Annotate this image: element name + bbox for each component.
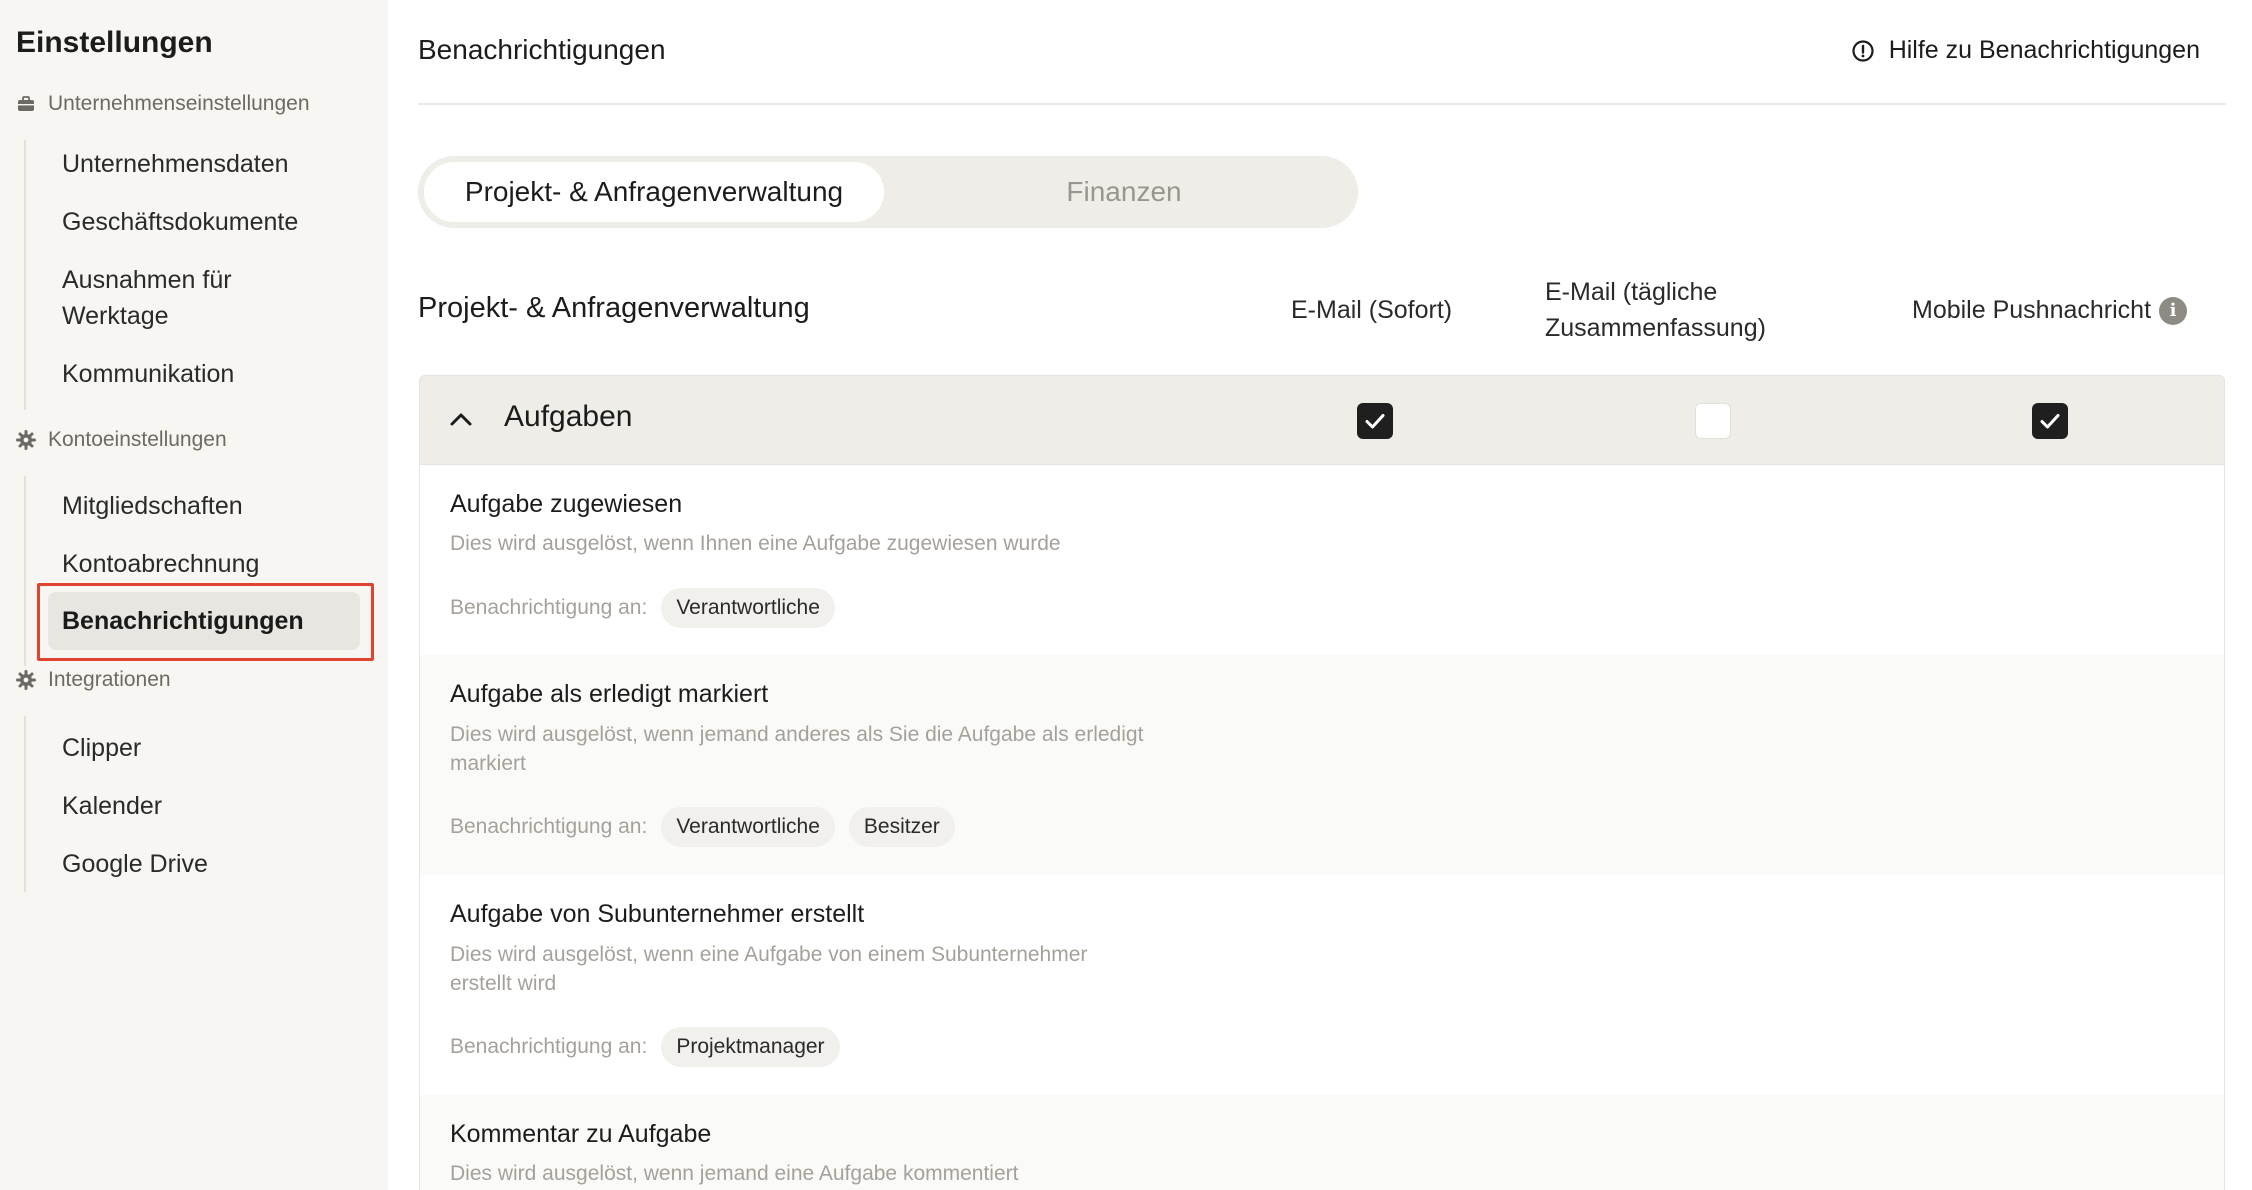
recipient-chip: Besitzer (848, 807, 955, 847)
section-integrations: Integrationen (16, 664, 171, 696)
list-item: Aufgabe von Subunternehmer erstellt Dies… (420, 875, 2224, 1095)
section-label: Integrationen (48, 668, 171, 691)
section-label: Kontoeinstellungen (48, 428, 227, 451)
column-header-line: E-Mail (tägliche (1545, 278, 1718, 306)
row-description-line: Dies wird ausgelöst, wenn jemand anderes… (450, 723, 1144, 746)
info-icon[interactable]: i (2159, 297, 2188, 326)
recipients-label: Benachrichtigung an: (450, 1035, 648, 1058)
gear-icon (16, 670, 36, 690)
group-row-tasks: Aufgaben (419, 375, 2225, 465)
tab-finances[interactable]: Finanzen (1010, 156, 1238, 228)
sidebar-title: Einstellungen (16, 26, 213, 59)
check-icon (2040, 414, 2060, 429)
company-settings-group: Unternehmensdaten Geschäftsdokumente Aus… (24, 140, 364, 410)
selection-highlight (37, 583, 374, 661)
list-item: Kommentar zu Aufgabe Dies wird ausgelöst… (420, 1095, 2224, 1190)
row-title: Aufgabe zugewiesen (450, 490, 683, 518)
recipient-chip: Projektmanager (661, 1027, 840, 1067)
notification-list: Aufgabe zugewiesen Dies wird ausgelöst, … (419, 465, 2225, 1190)
briefcase-icon (18, 96, 34, 111)
checkbox-mobile-push[interactable] (2032, 403, 2068, 439)
row-title: Kommentar zu Aufgabe (450, 1120, 712, 1148)
page-title: Benachrichtigungen (418, 34, 666, 65)
settings-sidebar: Einstellungen Unternehmenseinstellungen … (0, 0, 388, 1190)
recipients-label: Benachrichtigung an: (450, 815, 648, 838)
checkbox-email-instant[interactable] (1357, 403, 1393, 439)
row-title: Aufgabe von Subunternehmer erstellt (450, 900, 865, 928)
section-title: Projekt- & Anfragenverwaltung (418, 292, 810, 324)
recipient-chip: Verantwortliche (661, 588, 835, 628)
row-description-line: Dies wird ausgelöst, wenn Ihnen eine Auf… (450, 532, 1061, 555)
sidebar-item-company-data[interactable]: Unternehmensdaten (48, 146, 358, 182)
recipients: Benachrichtigung an: Verantwortliche Bes… (450, 807, 955, 847)
chevron-up-icon[interactable] (448, 406, 474, 432)
section-company-settings: Unternehmenseinstellungen (16, 88, 310, 120)
gear-icon (16, 430, 36, 450)
checkbox-email-digest[interactable] (1695, 403, 1731, 439)
sidebar-item-memberships[interactable]: Mitgliedschaften (48, 488, 358, 524)
recipients-label: Benachrichtigung an: (450, 596, 648, 619)
group-label: Aufgaben (504, 400, 633, 433)
row-description-line: markiert (450, 752, 526, 775)
check-icon (1365, 414, 1385, 429)
column-header-email-digest: E-Mail (tägliche Zusammenfassung) (1545, 274, 1766, 346)
list-item: Aufgabe zugewiesen Dies wird ausgelöst, … (420, 465, 2224, 655)
sidebar-item-account-billing[interactable]: Kontoabrechnung (48, 546, 358, 582)
header-divider (418, 103, 2226, 105)
row-description: Dies wird ausgelöst, wenn eine Aufgabe v… (450, 940, 1210, 998)
section-account-settings: Kontoeinstellungen (16, 424, 227, 456)
column-header-mobile-push: Mobile Pushnachricht i (1912, 292, 2188, 328)
row-description: Dies wird ausgelöst, wenn jemand eine Au… (450, 1159, 1210, 1188)
sidebar-item-google-drive[interactable]: Google Drive (48, 846, 358, 882)
recipient-chip: Verantwortliche (661, 807, 835, 847)
list-item: Aufgabe als erledigt markiert Dies wird … (420, 655, 2224, 875)
help-link[interactable]: Hilfe zu Benachrichtigungen (1851, 36, 2200, 65)
row-description-line: erstellt wird (450, 972, 557, 995)
row-description: Dies wird ausgelöst, wenn Ihnen eine Auf… (450, 529, 1210, 558)
row-title: Aufgabe als erledigt markiert (450, 680, 769, 708)
column-header-line: Zusammenfassung) (1545, 314, 1766, 342)
recipients: Benachrichtigung an: Verantwortliche (450, 588, 835, 628)
column-header-email-instant: E-Mail (Sofort) (1291, 296, 1453, 324)
tab-project-requests[interactable]: Projekt- & Anfragenverwaltung (424, 162, 884, 222)
sidebar-item-calendar[interactable]: Kalender (48, 788, 358, 824)
row-description-line: Dies wird ausgelöst, wenn jemand eine Au… (450, 1162, 1019, 1185)
sidebar-item-communication[interactable]: Kommunikation (48, 356, 358, 392)
recipients: Benachrichtigung an: Projektmanager (450, 1027, 840, 1067)
sidebar-item-business-documents[interactable]: Geschäftsdokumente (48, 204, 358, 240)
info-circle-icon (1852, 39, 1874, 62)
help-link-label: Hilfe zu Benachrichtigungen (1888, 36, 2200, 64)
sidebar-item-clipper[interactable]: Clipper (48, 730, 358, 766)
row-description: Dies wird ausgelöst, wenn jemand anderes… (450, 720, 1210, 778)
column-header-label: Mobile Pushnachricht (1912, 296, 2152, 324)
section-label: Unternehmenseinstellungen (48, 92, 310, 115)
row-description-line: Dies wird ausgelöst, wenn eine Aufgabe v… (450, 943, 1088, 966)
sidebar-item-workday-exceptions[interactable]: Ausnahmen für Werktage (48, 262, 258, 334)
integrations-group: Clipper Kalender Google Drive (24, 716, 364, 892)
